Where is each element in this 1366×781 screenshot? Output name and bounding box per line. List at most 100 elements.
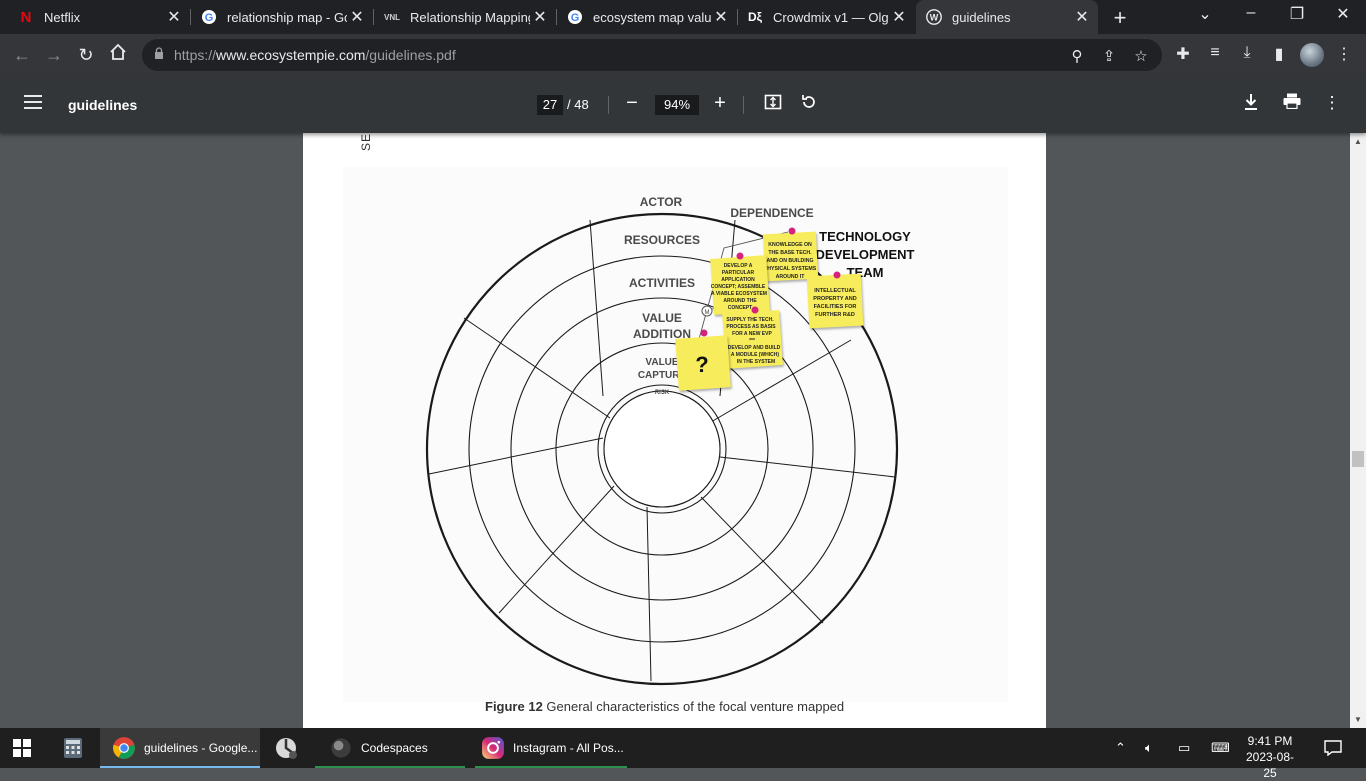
- tab-ecosystem-map[interactable]: G ecosystem map value ✕: [557, 0, 737, 34]
- share-icon[interactable]: ⇪: [1100, 47, 1118, 65]
- scroll-thumb[interactable]: [1352, 451, 1364, 467]
- page-number-input[interactable]: 27: [537, 95, 563, 115]
- svg-text:PROCESS AS BASIS: PROCESS AS BASIS: [726, 324, 776, 330]
- vnl-icon: VNL: [384, 12, 400, 22]
- tab-title: Netflix: [44, 9, 81, 25]
- tab-crowdmix[interactable]: Dξ Crowdmix v1 — Olga ✕: [737, 0, 915, 34]
- svg-text:A MODULE (WHICH): A MODULE (WHICH): [731, 352, 779, 358]
- svg-text:DEVELOP AND BUILD: DEVELOP AND BUILD: [728, 345, 781, 351]
- download-icon[interactable]: ⤓: [1236, 44, 1258, 62]
- close-icon[interactable]: ✕: [711, 7, 731, 27]
- label-value-2: VALUE: [645, 357, 678, 368]
- scroll-up-icon[interactable]: ▲: [1350, 137, 1366, 146]
- tab-title: relationship map - Goo: [227, 9, 347, 25]
- instagram-icon: [482, 737, 504, 759]
- sticky-note-develop: DEVELOP A PARTICULAR APPLICATION CONCEPT…: [710, 252, 770, 315]
- zoom-in-button[interactable]: +: [709, 92, 731, 115]
- tab-title: guidelines: [952, 9, 1011, 25]
- taskbar-codespaces[interactable]: Codespaces: [315, 728, 465, 768]
- more-options-icon[interactable]: ⋮: [1321, 93, 1343, 113]
- chrome-icon: [113, 737, 135, 759]
- google-icon: G: [567, 9, 583, 25]
- extensions-icon[interactable]: ✚: [1172, 44, 1194, 64]
- download-button[interactable]: [1240, 93, 1262, 116]
- svg-text:AROUND THE: AROUND THE: [723, 298, 757, 304]
- svg-text:INTELLECTUAL: INTELLECTUAL: [814, 288, 856, 294]
- zoom-input[interactable]: 94%: [655, 95, 699, 115]
- calculator-app[interactable]: [62, 728, 84, 768]
- svg-text:APPLICATION: APPLICATION: [721, 277, 755, 283]
- browser-menu-icon[interactable]: ⋮: [1333, 44, 1355, 64]
- address-bar[interactable]: https://www.ecosystempie.com/guidelines.…: [142, 39, 1162, 71]
- system-clock[interactable]: 9:41 PM 2023-08-25: [1240, 733, 1300, 781]
- download-icon: [1245, 94, 1257, 110]
- taskbar-label: Codespaces: [361, 741, 428, 755]
- menu-icon[interactable]: [24, 95, 42, 109]
- restore-button[interactable]: ❐: [1274, 4, 1320, 24]
- svg-text:CONCEPT; ASSEMBLE: CONCEPT; ASSEMBLE: [711, 284, 766, 290]
- minimize-button[interactable]: –: [1228, 4, 1274, 22]
- taskbar-chrome[interactable]: guidelines - Google...: [100, 728, 260, 768]
- close-icon[interactable]: ✕: [164, 7, 184, 27]
- bookmark-star-icon[interactable]: ☆: [1132, 47, 1150, 65]
- tab-relationship-map[interactable]: G relationship map - Goo ✕: [191, 0, 373, 34]
- keyboard-icon[interactable]: ⌨: [1211, 740, 1230, 756]
- svg-text:G: G: [205, 12, 214, 24]
- fit-page-button[interactable]: [762, 93, 784, 116]
- home-button[interactable]: [106, 43, 130, 67]
- svg-text:KNOWLEDGE ON: KNOWLEDGE ON: [768, 242, 812, 248]
- pdf-viewer[interactable]: SE M ACTOR DEPENDENCE RESOURCES ACTIVITI…: [0, 133, 1350, 728]
- print-button[interactable]: [1281, 93, 1303, 114]
- start-button[interactable]: [12, 728, 32, 768]
- close-icon[interactable]: ✕: [1072, 7, 1092, 27]
- tab-netflix[interactable]: N Netflix ✕: [8, 0, 190, 34]
- media-queue-icon[interactable]: ≡: [1204, 44, 1226, 62]
- scrollbar[interactable]: ▲ ▼: [1350, 133, 1366, 728]
- tab-title: Relationship Mapping: [410, 9, 530, 25]
- zoom-icon[interactable]: ⚲: [1068, 47, 1086, 65]
- reload-button[interactable]: ↻: [74, 43, 98, 67]
- sticky-note-intellectual-property: INTELLECTUAL PROPERTY AND FACILITIES FOR…: [806, 271, 864, 329]
- label-activities: ACTIVITIES: [629, 276, 695, 290]
- actor-title-line-2: DEVELOPMENT: [816, 247, 915, 262]
- svg-text:A VIABLE ECOSYSTEM: A VIABLE ECOSYSTEM: [711, 291, 767, 297]
- pdf-title: guidelines: [68, 97, 138, 113]
- rotate-icon: [802, 95, 815, 108]
- actor-title-line-1: TECHNOLOGY: [819, 229, 911, 244]
- close-window-button[interactable]: ✕: [1320, 4, 1366, 24]
- svg-text:DEVELOP A: DEVELOP A: [724, 263, 753, 269]
- tab-guidelines[interactable]: W guidelines ✕: [916, 0, 1098, 34]
- svg-text:PARTICULAR: PARTICULAR: [722, 270, 755, 276]
- scroll-down-icon[interactable]: ▼: [1350, 715, 1366, 724]
- battery-icon[interactable]: ▭: [1178, 740, 1190, 756]
- volume-icon[interactable]: 🔈︎: [1145, 740, 1153, 756]
- new-tab-button[interactable]: +: [1108, 5, 1132, 31]
- side-panel-icon[interactable]: ▮: [1268, 44, 1290, 64]
- label-actor: ACTOR: [640, 195, 683, 209]
- wordpress-icon: W: [926, 9, 942, 25]
- taskbar-app-gear[interactable]: [274, 728, 298, 768]
- chevron-up-icon[interactable]: ⌃: [1115, 740, 1126, 756]
- sticky-note-supply: SUPPLY THE TECH. PROCESS AS BASIS FOR A …: [722, 306, 783, 369]
- svg-text:AROUND IT: AROUND IT: [776, 274, 806, 280]
- notifications-icon[interactable]: [1324, 740, 1342, 759]
- calculator-icon: [64, 738, 82, 758]
- url-text: https://www.ecosystempie.com/guidelines.…: [174, 47, 456, 63]
- svg-text:***: ***: [749, 338, 755, 344]
- close-icon[interactable]: ✕: [889, 7, 909, 27]
- svg-text:G: G: [571, 12, 580, 24]
- tab-search-icon[interactable]: ⌄: [1182, 4, 1228, 24]
- profile-avatar[interactable]: [1300, 43, 1324, 67]
- svg-text:PROPERTY AND: PROPERTY AND: [813, 296, 856, 302]
- back-button[interactable]: ←: [10, 43, 34, 67]
- rotate-button[interactable]: [798, 93, 820, 116]
- taskbar-instagram[interactable]: Instagram - All Pos...: [475, 728, 627, 768]
- close-icon[interactable]: ✕: [347, 7, 367, 27]
- forward-button[interactable]: →: [42, 43, 66, 67]
- close-icon[interactable]: ✕: [530, 7, 550, 27]
- tab-relationship-mapping[interactable]: VNL Relationship Mapping ✕: [374, 0, 556, 34]
- svg-text:IN THE SYSTEM: IN THE SYSTEM: [737, 359, 775, 365]
- clock-time: 9:41 PM: [1247, 734, 1293, 748]
- browser-toolbar: ← → ↻ https://www.ecosystempie.com/guide…: [0, 34, 1366, 76]
- zoom-out-button[interactable]: −: [621, 92, 643, 115]
